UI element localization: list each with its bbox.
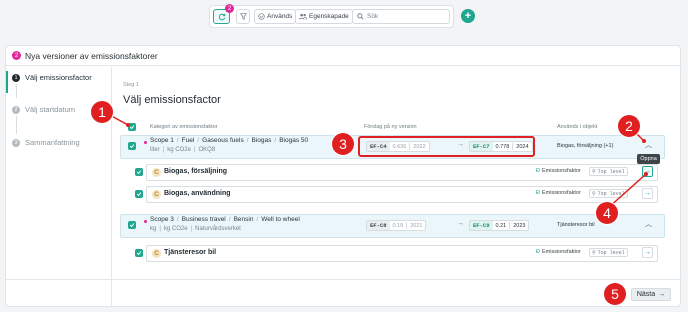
annotation-line-4	[607, 173, 647, 209]
annotation-dot-1	[126, 123, 130, 127]
annotation-lines	[105, 112, 648, 209]
annotation-marker-1: 1	[91, 101, 113, 123]
annotation-dot-4	[644, 172, 648, 176]
annotation-marker-5: 5	[604, 283, 626, 305]
annotation-marker-2: 2	[618, 115, 640, 137]
annotation-marker-4: 4	[596, 202, 618, 224]
annotation-marker-3: 3	[332, 133, 354, 155]
annotation-dot-2	[642, 139, 646, 143]
